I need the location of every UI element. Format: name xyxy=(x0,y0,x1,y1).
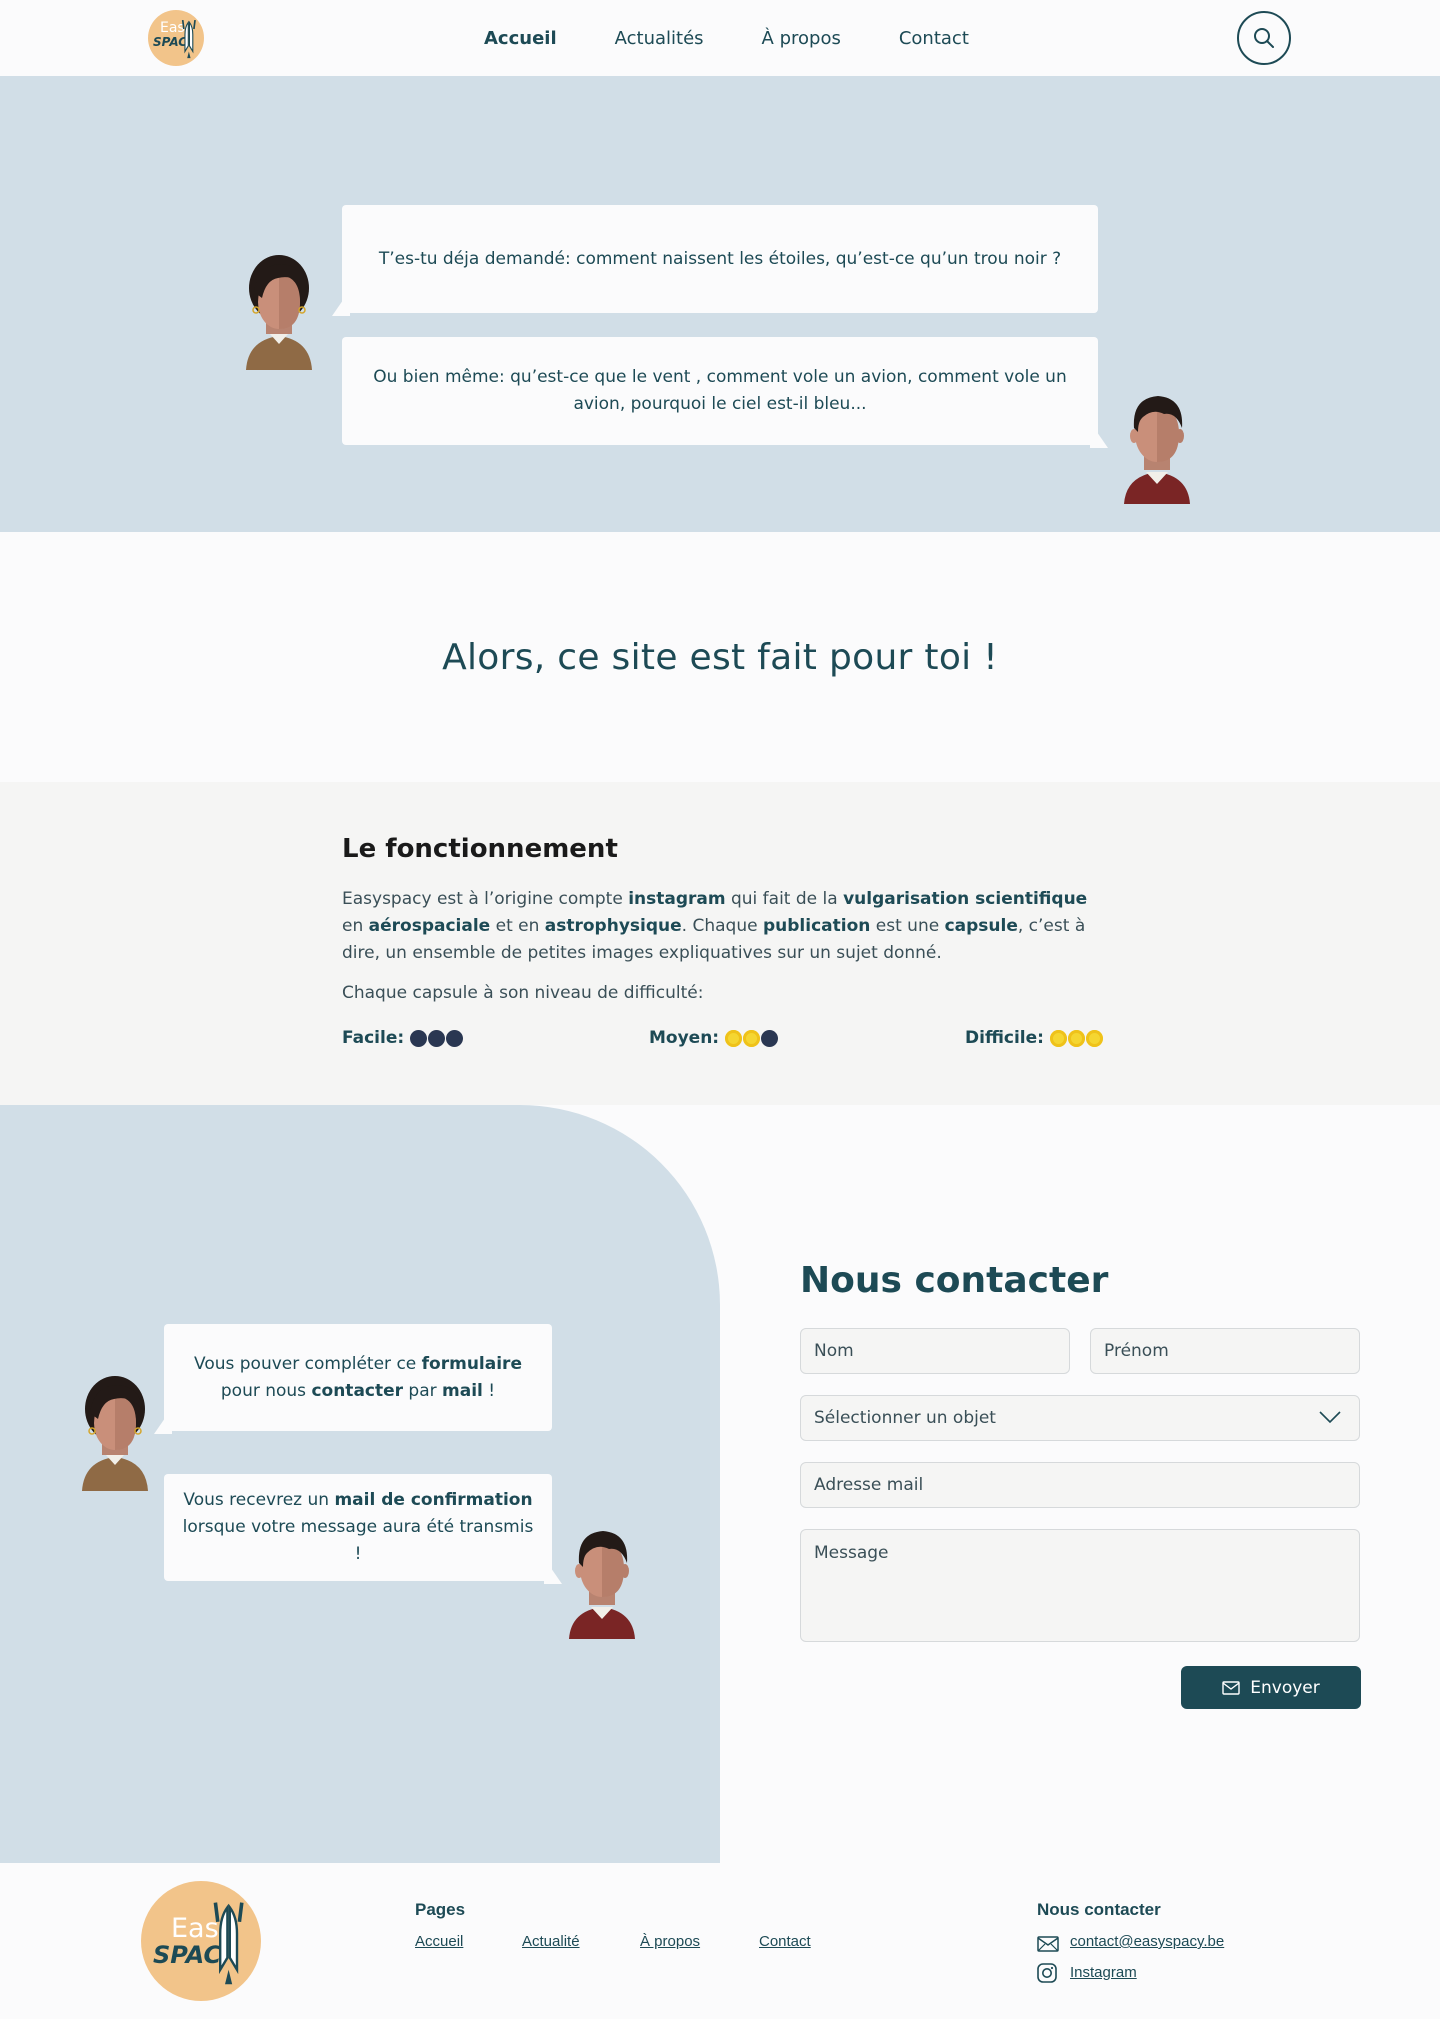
send-button[interactable]: Envoyer xyxy=(1181,1666,1361,1709)
how-text-bold: instagram xyxy=(628,889,726,909)
how-text-part: en xyxy=(342,916,369,936)
objet-select[interactable]: Sélectionner un objet xyxy=(800,1395,1360,1441)
bubble-text-bold: mail xyxy=(442,1380,483,1401)
difficulty-dot-empty xyxy=(446,1029,464,1047)
how-text-bold: publication xyxy=(762,916,871,936)
how-text-part: et en xyxy=(490,916,545,936)
bubble-text-part: ! xyxy=(482,1380,496,1401)
nav-accueil[interactable]: Accueil xyxy=(484,28,557,49)
contact-bubble-1: Vous pouver compléter ce formulaire pour… xyxy=(154,1324,552,1434)
how-description: Easyspacy est à l’origine compte instagr… xyxy=(342,886,1112,967)
mail-icon xyxy=(1222,1680,1240,1695)
nav-contact[interactable]: Contact xyxy=(899,28,969,49)
how-text-bold: astrophysique xyxy=(544,916,682,936)
level-dots xyxy=(410,1029,464,1047)
level-label: Facile: xyxy=(342,1028,405,1048)
header: Eas SPAC Accueil Actualités À propos Con… xyxy=(0,0,1440,76)
hero-bubble-2: Ou bien même: qu’est-ce que le vent , co… xyxy=(342,337,1108,448)
search-button[interactable] xyxy=(1237,11,1291,65)
difficulty-dot-empty xyxy=(410,1029,428,1047)
footer-link-accueil[interactable]: Accueil xyxy=(415,1933,463,1950)
chevron-down-icon xyxy=(1319,1411,1341,1424)
difficulty-dot-filled xyxy=(1085,1029,1103,1047)
bubble-text-part: pour nous xyxy=(220,1380,312,1401)
difficulty-dot-filled xyxy=(743,1029,761,1047)
footer-instagram-link[interactable]: Instagram xyxy=(1070,1964,1137,1981)
bubble-text-bold: contacter xyxy=(311,1380,404,1401)
footer-contact-heading: Nous contacter xyxy=(1037,1900,1161,1919)
nom-placeholder: Nom xyxy=(814,1341,854,1361)
avatar-girl xyxy=(80,1373,150,1493)
nav-actualites[interactable]: Actualités xyxy=(615,28,704,49)
avatar-boy xyxy=(567,1521,637,1641)
contact-bubble-2-text: Vous recevrez un mail de confirmation lo… xyxy=(178,1487,538,1568)
level-dots xyxy=(1049,1029,1103,1047)
nav-a-propos[interactable]: À propos xyxy=(762,28,841,49)
avatar-girl xyxy=(244,252,314,372)
how-text-part: est une xyxy=(870,916,945,936)
bubble-text-bold: mail de confirmation xyxy=(334,1490,533,1510)
level-facile: Facile: xyxy=(342,1028,464,1048)
objet-selected-value: Sélectionner un objet xyxy=(814,1408,996,1428)
email-field[interactable]: Adresse mail xyxy=(800,1462,1360,1508)
rocket-icon xyxy=(141,1881,261,2001)
footer: Eas SPAC Pages Accueil Actualité À propo… xyxy=(0,1863,1440,2019)
how-it-works-section: Le fonctionnement Easyspacy est à l’orig… xyxy=(0,782,1440,1105)
footer-pages-heading: Pages xyxy=(415,1900,466,1919)
how-text-part: . Chaque xyxy=(681,916,763,936)
how-text-bold: aérospaciale xyxy=(368,916,491,936)
contact-bubble-2: Vous recevrez un mail de confirmation lo… xyxy=(164,1474,562,1584)
how-text-bold: capsule xyxy=(944,916,1018,936)
difficulty-dot-filled xyxy=(1049,1029,1067,1047)
level-label: Moyen: xyxy=(649,1028,720,1048)
bubble-text-part: lorsque votre message aura été transmis … xyxy=(182,1517,534,1564)
hero-bubble-1: T’es-tu déja demandé: comment naissent l… xyxy=(332,205,1098,316)
how-text-part: qui fait de la xyxy=(725,889,844,909)
search-icon xyxy=(1254,28,1274,48)
logo[interactable]: Eas SPAC xyxy=(148,10,204,66)
hero-section: T’es-tu déja demandé: comment naissent l… xyxy=(0,76,1440,532)
how-text-part: Easyspacy est à l’origine compte xyxy=(342,889,629,909)
level-difficile: Difficile: xyxy=(965,1028,1103,1048)
bubble-text-part: par xyxy=(403,1380,443,1401)
difficulty-levels: Facile: Moyen: Difficile: xyxy=(342,1028,1103,1052)
level-dots xyxy=(725,1029,779,1047)
avatar-boy xyxy=(1122,386,1192,506)
contact-title: Nous contacter xyxy=(800,1260,1109,1301)
prenom-placeholder: Prénom xyxy=(1104,1341,1169,1361)
bubble-text-bold: formulaire xyxy=(421,1353,522,1374)
message-placeholder: Message xyxy=(814,1543,889,1563)
difficulty-dot-filled xyxy=(1067,1029,1085,1047)
send-label: Envoyer xyxy=(1250,1677,1320,1698)
bubble-text-part: Vous pouver compléter ce xyxy=(194,1353,422,1374)
footer-link-a-propos[interactable]: À propos xyxy=(640,1933,700,1950)
instagram-icon xyxy=(1037,1963,1057,1983)
bubble-text-part: Vous recevrez un xyxy=(183,1490,335,1510)
main-nav: Accueil Actualités À propos Contact xyxy=(484,0,969,76)
contact-bubble-1-text: Vous pouver compléter ce formulaire pour… xyxy=(174,1351,542,1405)
difficulty-dot-empty xyxy=(761,1029,779,1047)
level-label: Difficile: xyxy=(965,1028,1044,1048)
difficulty-dot-empty xyxy=(428,1029,446,1047)
how-difficulty-intro: Chaque capsule à son niveau de difficult… xyxy=(342,983,704,1003)
nom-field[interactable]: Nom xyxy=(800,1328,1070,1374)
email-placeholder: Adresse mail xyxy=(814,1475,924,1495)
mail-icon xyxy=(1037,1936,1059,1952)
message-field[interactable]: Message xyxy=(800,1529,1360,1642)
prenom-field[interactable]: Prénom xyxy=(1090,1328,1360,1374)
rocket-icon xyxy=(148,10,204,66)
footer-logo[interactable]: Eas SPAC xyxy=(141,1881,261,2001)
difficulty-dot-filled xyxy=(725,1029,743,1047)
how-text-bold: vulgarisation scientifique xyxy=(843,889,1088,909)
hero-bubble-2-text: Ou bien même: qu’est-ce que le vent , co… xyxy=(373,367,1067,414)
tagline: Alors, ce site est fait pour toi ! xyxy=(442,636,998,678)
level-moyen: Moyen: xyxy=(649,1028,779,1048)
footer-link-contact[interactable]: Contact xyxy=(759,1933,811,1950)
footer-link-actualite[interactable]: Actualité xyxy=(522,1933,580,1950)
footer-email-link[interactable]: contact@easyspacy.be xyxy=(1070,1933,1224,1950)
how-title: Le fonctionnement xyxy=(342,834,618,864)
hero-bubble-1-text: T’es-tu déja demandé: comment naissent l… xyxy=(378,248,1062,269)
